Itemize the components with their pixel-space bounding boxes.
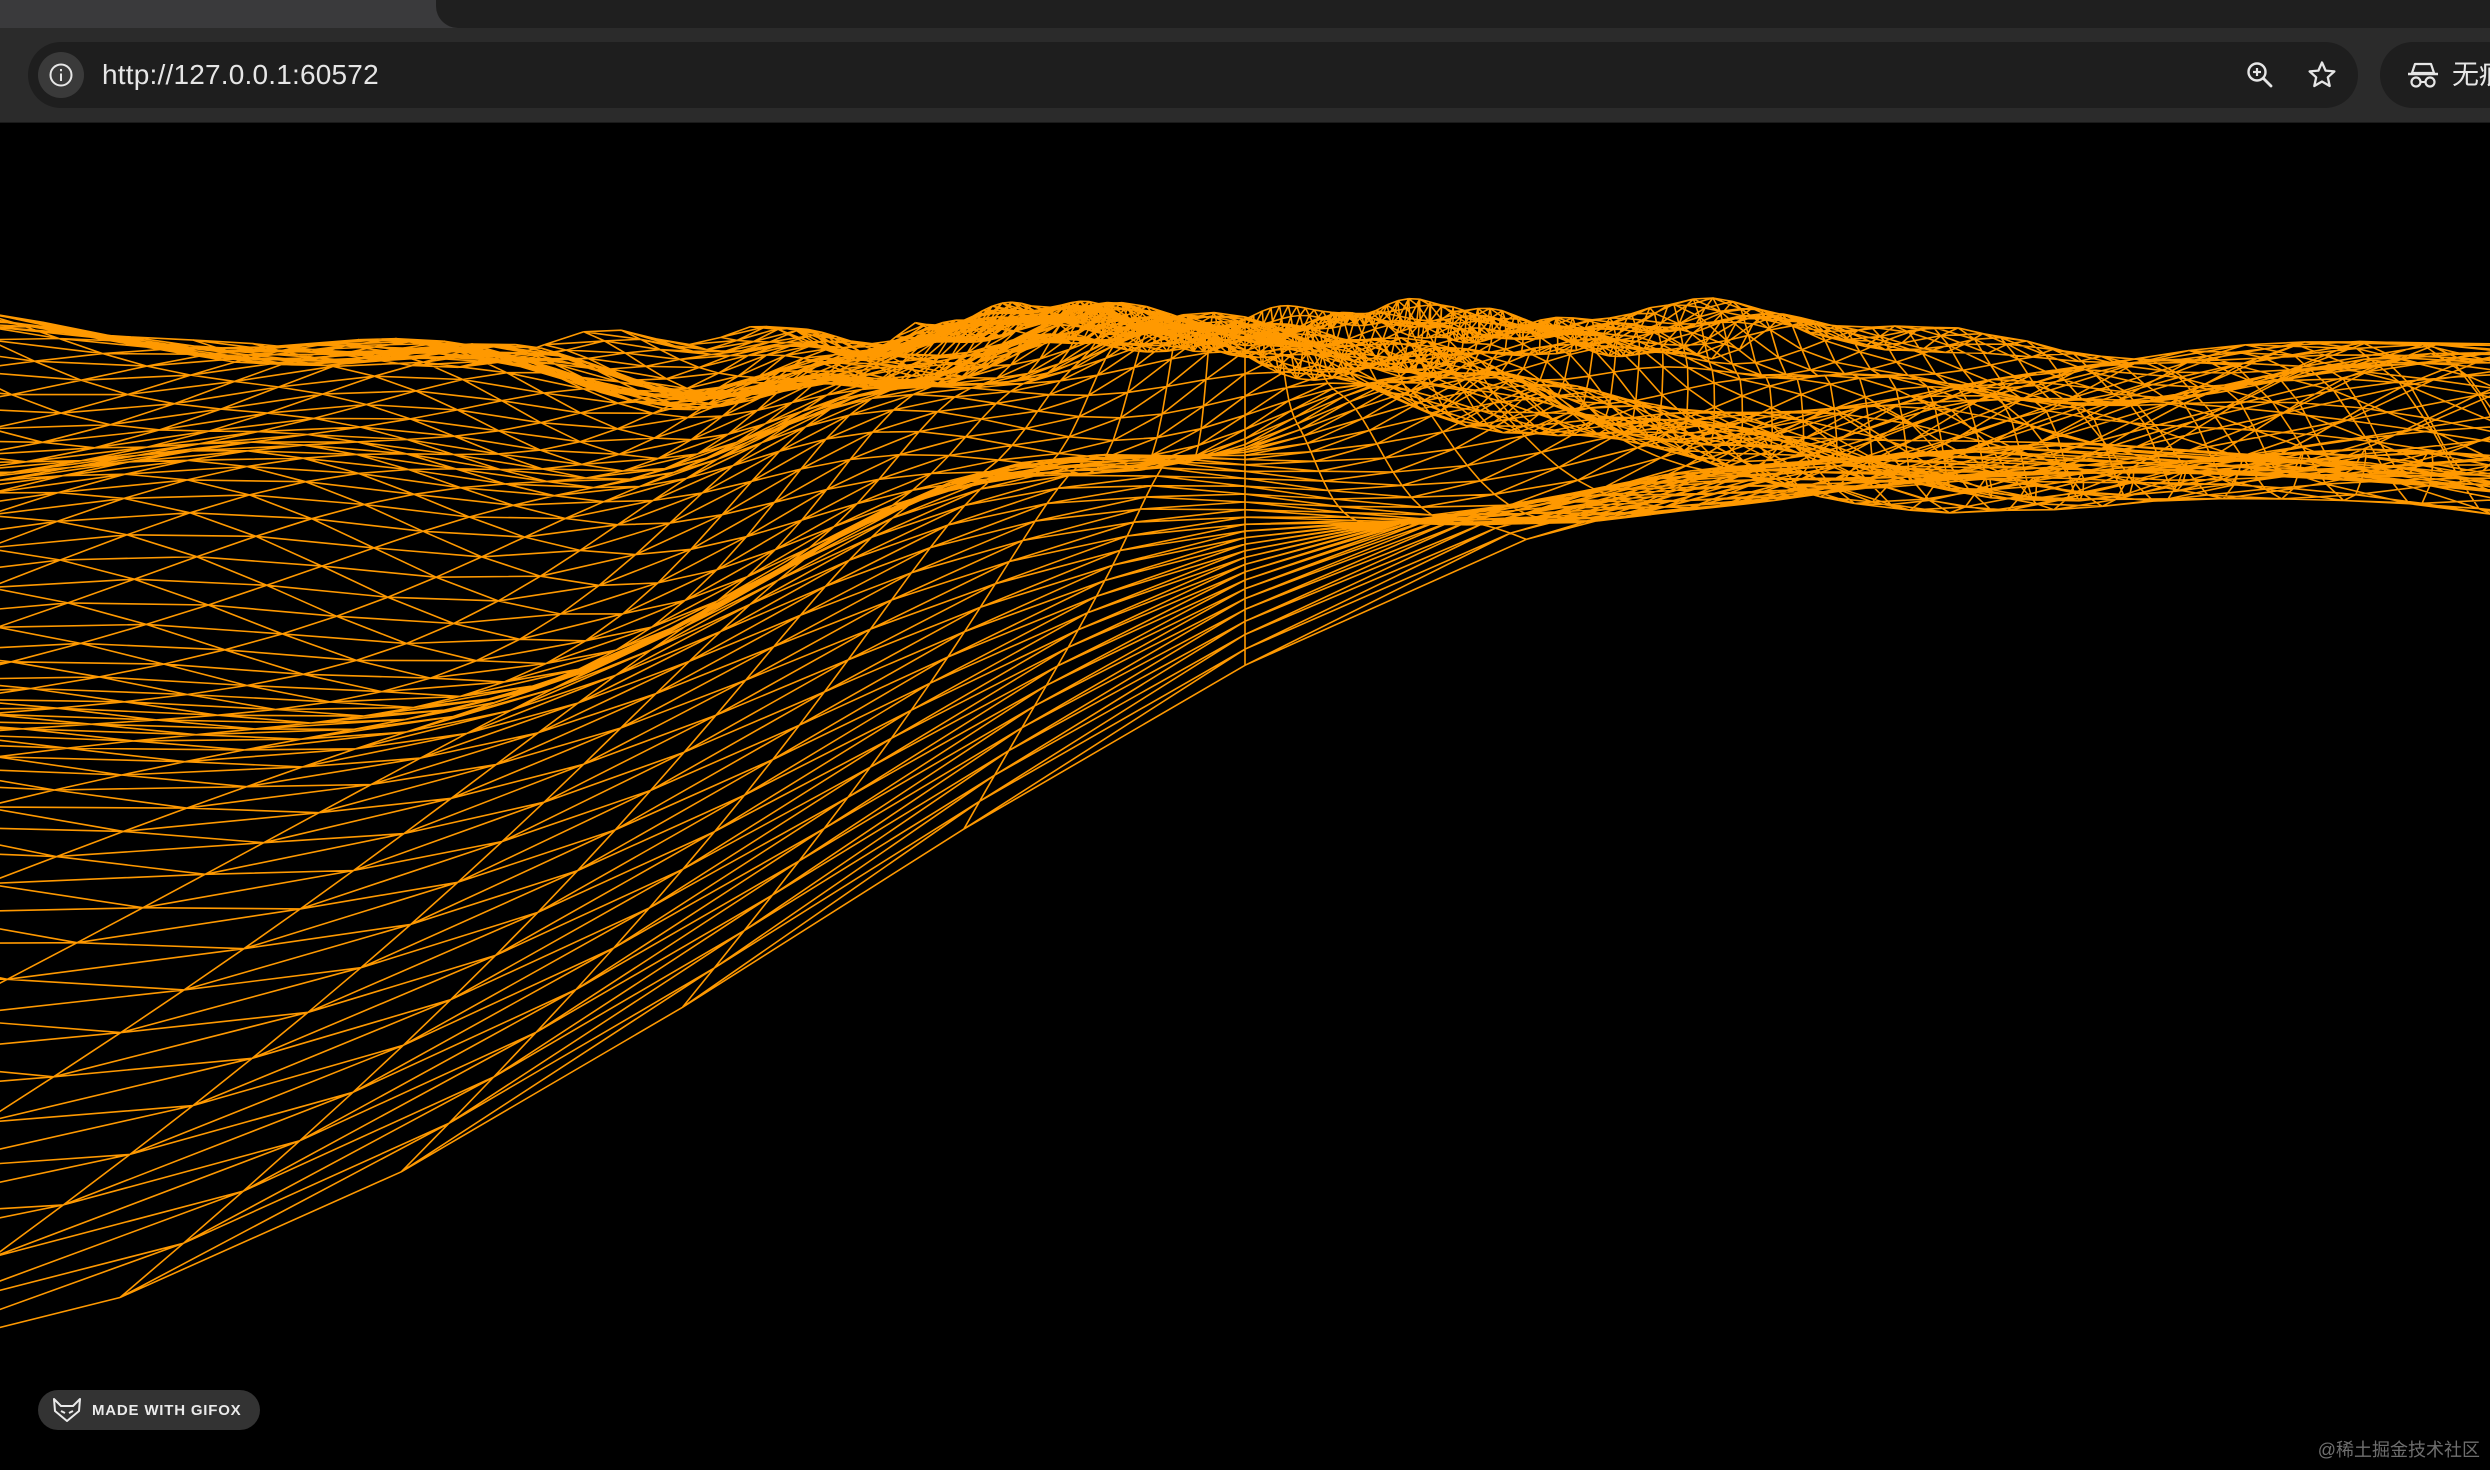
site-info-button[interactable] — [38, 52, 84, 98]
terrain-mesh — [0, 297, 2490, 1329]
url-text[interactable]: http://127.0.0.1:60572 — [102, 42, 379, 108]
active-tab[interactable] — [436, 0, 2490, 28]
incognito-indicator[interactable]: 无痕 — [2380, 42, 2490, 108]
zoom-in-icon — [2247, 62, 2273, 88]
watermark: @稀土掘金技术社区 — [2317, 1440, 2480, 1460]
fox-logo-icon — [53, 1398, 81, 1422]
incognito-label: 无痕 — [2452, 60, 2490, 90]
page-viewport[interactable]: MADE WITH GIFOX @稀土掘金技术社区 — [0, 123, 2490, 1470]
tab-strip — [0, 0, 2490, 28]
address-bar[interactable]: http://127.0.0.1:60572 — [28, 42, 2358, 108]
incognito-icon-wrap — [2404, 56, 2442, 94]
browser-window: http://127.0.0.1:60572 无 MADE WITH GIFOX… — [0, 0, 2490, 1470]
incognito-icon — [2408, 62, 2438, 88]
bookmark-button[interactable] — [2300, 53, 2344, 97]
star-icon — [2308, 61, 2336, 88]
gifox-badge: MADE WITH GIFOX — [38, 1390, 260, 1430]
badge-text: MADE WITH GIFOX — [92, 1401, 242, 1419]
browser-toolbar: http://127.0.0.1:60572 无 — [0, 28, 2490, 123]
zoom-button[interactable] — [2238, 53, 2282, 97]
info-icon — [49, 63, 73, 87]
wireframe-terrain — [0, 297, 2490, 1329]
